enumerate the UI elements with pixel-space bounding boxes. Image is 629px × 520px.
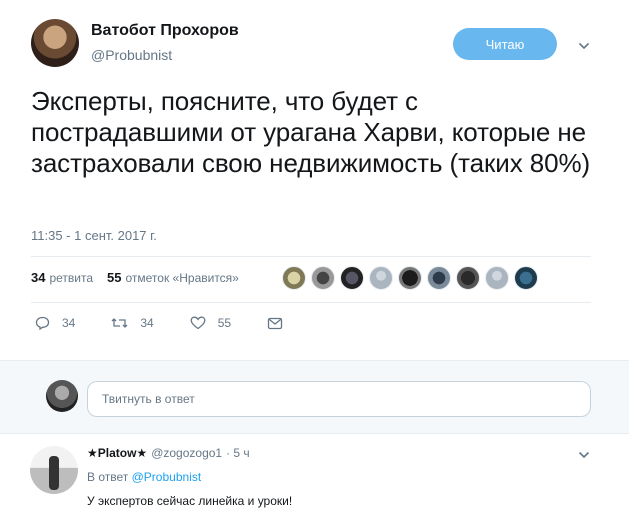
liker-avatar[interactable]: [456, 266, 480, 290]
reply-count: 34: [62, 316, 76, 330]
divider: [31, 256, 591, 257]
reply-input[interactable]: [87, 381, 591, 417]
likes-count: 55: [107, 270, 122, 285]
tweet-text: Эксперты, поясните, что будет с пострада…: [31, 86, 591, 178]
reply-action[interactable]: 34: [35, 316, 75, 330]
chevron-down-icon[interactable]: [578, 40, 590, 52]
author-name[interactable]: Ватобот Прохоров: [91, 22, 239, 40]
liker-avatar[interactable]: [369, 266, 393, 290]
current-user-avatar[interactable]: [46, 380, 78, 412]
retweet-count: 34: [140, 316, 154, 330]
reply-to-line: В ответ @Probubnist: [87, 470, 201, 484]
reply-icon: [35, 316, 62, 330]
reply-time[interactable]: · 5 ч: [226, 446, 250, 460]
reply-to-prefix: В ответ: [87, 470, 129, 484]
liker-avatar[interactable]: [398, 266, 422, 290]
like-action[interactable]: 55: [190, 316, 231, 330]
reply-author-avatar[interactable]: [30, 446, 78, 494]
liker-avatar[interactable]: [340, 266, 364, 290]
likes-label: отметок «Нравится»: [125, 271, 239, 285]
reply-to-link[interactable]: @Probubnist: [132, 470, 202, 484]
reply-header: ★Platow★ @zogozogo1 · 5 ч: [87, 446, 250, 460]
tweet-timestamp[interactable]: 11:35 - 1 сент. 2017 г.: [31, 228, 157, 243]
tweet-stats: 34 ретвита 55 отметок «Нравится»: [31, 270, 239, 285]
following-button[interactable]: Читаю: [453, 28, 557, 60]
retweet-action[interactable]: 34: [111, 316, 154, 330]
divider: [31, 302, 591, 303]
like-count: 55: [217, 316, 232, 330]
author-handle[interactable]: @Probubnist: [91, 47, 172, 63]
likes-stat[interactable]: 55 отметок «Нравится»: [107, 270, 239, 285]
liker-avatar[interactable]: [282, 266, 306, 290]
tweet-actions: 34 34 55: [35, 316, 331, 330]
reply-author-name[interactable]: ★Platow★: [87, 446, 147, 460]
liker-avatar[interactable]: [311, 266, 335, 290]
heart-icon: [190, 316, 218, 330]
liker-avatar[interactable]: [427, 266, 451, 290]
retweets-stat[interactable]: 34 ретвита: [31, 270, 93, 285]
retweets-label: ретвита: [49, 271, 94, 285]
retweet-icon: [111, 316, 140, 330]
retweets-count: 34: [31, 270, 46, 285]
chevron-down-icon[interactable]: [578, 449, 590, 461]
reply-author-handle[interactable]: @zogozogo1: [151, 446, 222, 460]
liker-avatars: [282, 266, 538, 290]
reply-text: У экспертов сейчас линейка и уроки!: [87, 494, 293, 508]
liker-avatar[interactable]: [514, 266, 538, 290]
direct-message-action[interactable]: [267, 317, 295, 330]
message-icon: [267, 317, 295, 330]
liker-avatar[interactable]: [485, 266, 509, 290]
author-avatar[interactable]: [31, 19, 79, 67]
